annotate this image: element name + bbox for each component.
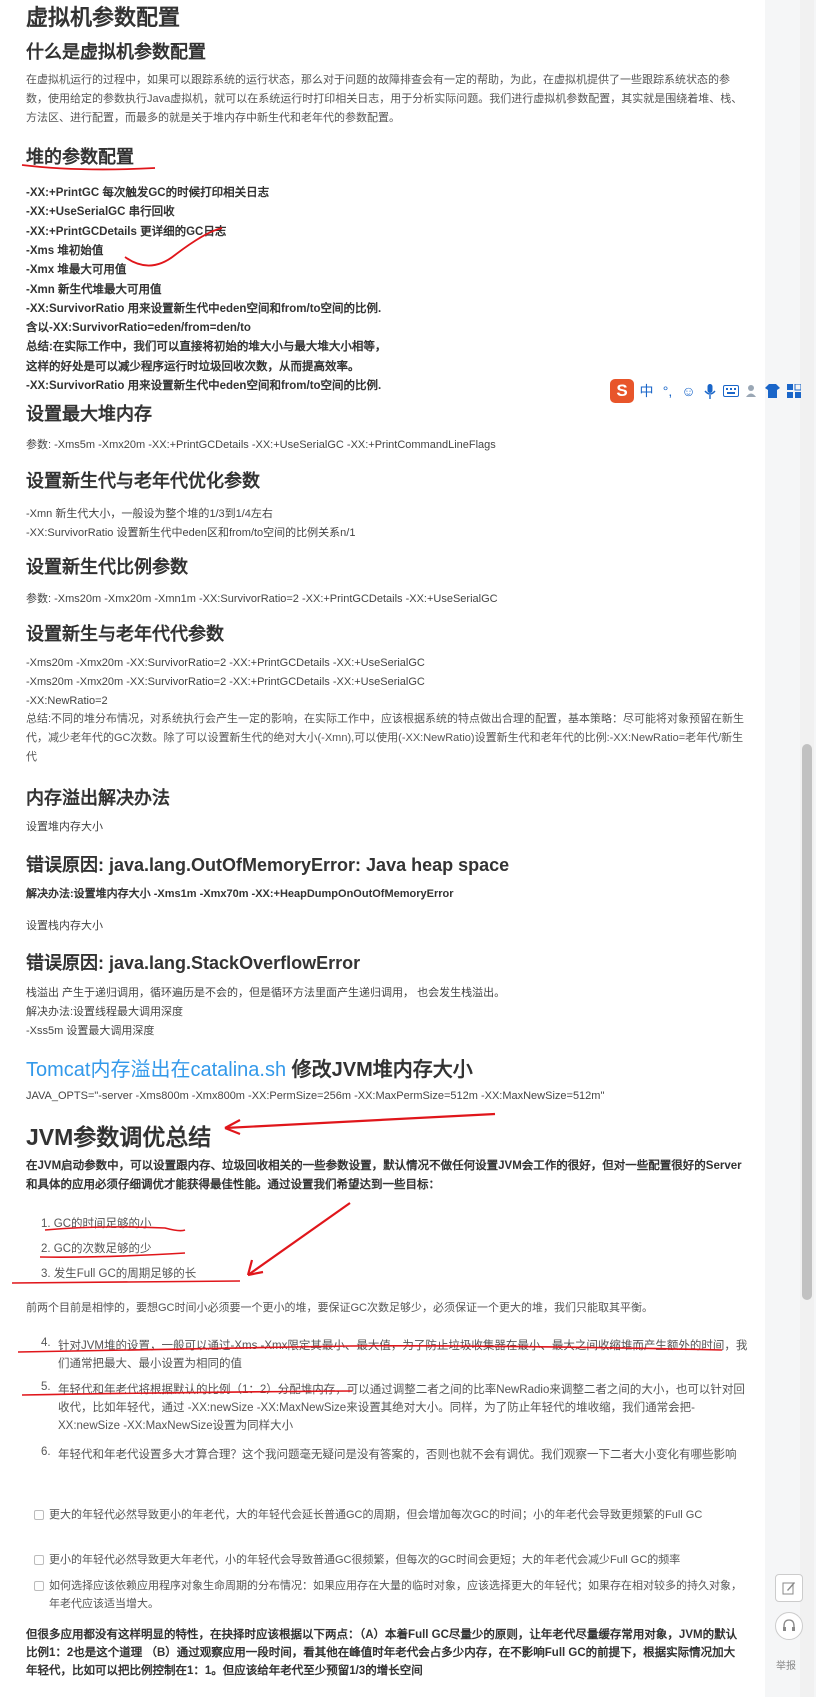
heap-param-line: -Xmx 堆最大可用值: [26, 264, 127, 277]
heap-param-line: -XX:+PrintGC 每次触发GC的时候打印相关日志: [26, 187, 270, 199]
tuning-bullet-text: 更大的年轻代必然导致更小的年老代，大的年轻代会延长普通GC的周期，但会增加每次G…: [49, 1509, 703, 1521]
tuning-item-number: 4.: [41, 1337, 51, 1349]
arrowhead-goal-3: [246, 1259, 264, 1277]
section-heading-what: 什么是虚拟机参数配置: [26, 42, 206, 62]
tuning-item-text: 针对JVM堆的设置，一般可以通过-Xms -Xmx限定其最小、最大值，为了防止垃…: [58, 1340, 748, 1370]
heap-param-line: -XX:SurvivorRatio 用来设置新生代中eden空间和from/to…: [26, 380, 382, 392]
arrowhead-tuning: [224, 1119, 241, 1136]
error-heading-heap-space: 错误原因: java.lang.OutOfMemoryError: Java h…: [26, 855, 510, 875]
ime-toolbar: S 中 °, ☺: [610, 378, 816, 404]
tuning-item-text: 年轻代和年老代设置多大才算合理？这个我问题毫无疑问是没有答案的，否则也就不会有调…: [58, 1449, 737, 1461]
section-heading-young-old: 设置新生代与老年代优化参数: [26, 471, 260, 491]
bullet-box-icon: [34, 1510, 44, 1520]
goal-item: 2. GC的次数足够的少: [41, 1243, 152, 1255]
mic-icon[interactable]: [701, 383, 718, 400]
keyboard-icon[interactable]: [722, 383, 739, 400]
grid-icon[interactable]: [785, 383, 802, 400]
section-heading-oom: 内存溢出解决办法: [26, 788, 170, 808]
tuning-intro: 在JVM启动参数中，可以设置跟内存、垃圾回收相关的一些参数设置，默认情况不做任何…: [26, 1160, 742, 1191]
edit-icon[interactable]: [775, 1574, 803, 1602]
underline-goal-3: [11, 1280, 241, 1284]
tuning-item-number: 5.: [41, 1381, 51, 1393]
young-old-line: -XX:SurvivorRatio 设置新生代中eden区和from/to空间的…: [26, 527, 356, 539]
heap-param-line: -XX:+UseSerialGC 串行回收: [26, 206, 175, 219]
headset-icon[interactable]: [775, 1612, 803, 1640]
tradeoff-paragraph: 前两个目前是相悖的，要想GC时间小必须要一个更小的堆，要保证GC次数足够少，必须…: [26, 1302, 653, 1314]
punctuation-icon[interactable]: °,: [659, 383, 676, 400]
section-heading-tuning: JVM参数调优总结: [26, 1124, 212, 1150]
stack-fix-line: -Xss5m 设置最大调用深度: [26, 1025, 155, 1037]
heap-param-line: 总结:在实际工作中，我们可以直接将初始的堆大小与最大堆大小相等，: [26, 341, 387, 354]
tomcat-heading-rest: 修改JVM堆内存大小: [286, 1059, 473, 1081]
heap-param-line: -XX:+PrintGCDetails 更详细的GC日志: [26, 225, 227, 238]
max-heap-params: 参数: -Xms5m -Xmx20m -XX:+PrintGCDetails -…: [26, 439, 496, 451]
tuning-bullet-text: 更小的年轻代必然导致更大年老代，小的年轻代会导致普通GC很频繁，但每次的GC时间…: [49, 1554, 681, 1566]
user-icon[interactable]: [743, 383, 760, 400]
section-heading-new-old: 设置新生与老年代代参数: [26, 624, 224, 644]
new-old-line: -Xms20m -Xmx20m -XX:SurvivorRatio=2 -XX:…: [26, 676, 425, 688]
goal-item: 3. 发生Full GC的周期足够的长: [41, 1268, 197, 1280]
heap-param-line: 含以-XX:SurvivorRatio=eden/from=den/to: [26, 322, 251, 335]
stack-fix-line: 解决办法:设置线程最大调用深度: [26, 1006, 184, 1018]
language-toggle-icon[interactable]: 中: [638, 383, 655, 400]
tuning-item-number: 6.: [41, 1446, 51, 1458]
section-heading-heap: 堆的参数配置: [26, 147, 134, 167]
page: 虚拟机参数配置 什么是虚拟机参数配置 在虚拟机运行的过程中，如果可以跟踪系统的运…: [0, 0, 816, 1697]
bullet-box-icon: [34, 1581, 44, 1591]
goal-item: 1. GC的时间足够的小: [41, 1218, 152, 1230]
tomcat-java-opts: JAVA_OPTS="-server -Xms800m -Xmx800m -XX…: [26, 1090, 605, 1102]
article-title: 虚拟机参数配置: [26, 5, 181, 30]
shirt-icon[interactable]: [764, 383, 781, 400]
emoji-icon[interactable]: ☺: [680, 383, 697, 400]
new-old-summary: 总结:不同的堆分布情况，对系统执行会产生一定的影响，在实际工作中，应该根据系统的…: [26, 713, 745, 763]
heap-param-line: 这样的好处是可以减少程序运行时垃圾回收次数，从而提高效率。: [26, 360, 360, 373]
bullet-box-icon: [34, 1555, 44, 1565]
section-heading-max-heap: 设置最大堆内存: [26, 404, 152, 424]
section-heading-young-ratio: 设置新生代比例参数: [26, 557, 188, 577]
oom-subheading-stack: 设置栈内存大小: [26, 920, 103, 932]
oom-subheading-heap: 设置堆内存大小: [26, 821, 103, 833]
heap-fix-line: 解决办法:设置堆内存大小 -Xms1m -Xmx70m -XX:+HeapDum…: [26, 888, 454, 900]
sogou-logo-icon[interactable]: S: [610, 379, 634, 403]
tuning-item-text: 年轻代和年老代将根据默认的比例（1：2）分配堆内存，可以通过调整二者之间的比率N…: [58, 1384, 745, 1432]
red-annotation-overlay: [11, 164, 723, 1396]
scrollbar-thumb[interactable]: [802, 744, 812, 1300]
section-heading-tomcat: Tomcat内存溢出在catalina.sh 修改JVM堆内存大小: [26, 1053, 473, 1082]
final-paragraph: 但很多应用都没有这样明显的特性，在抉择时应该根据以下两点：（A）本着Full G…: [26, 1629, 738, 1677]
new-old-line: -XX:NewRatio=2: [26, 695, 108, 707]
new-old-line: -Xms20m -Xmx20m -XX:SurvivorRatio=2 -XX:…: [26, 657, 425, 669]
arrow-to-goal-3: [247, 1202, 351, 1276]
young-ratio-params: 参数: -Xms20m -Xmx20m -Xmn1m -XX:SurvivorR…: [26, 593, 498, 605]
young-old-line: -Xmn 新生代大小，一般设为整个堆的1/3到1/4左右: [26, 508, 273, 520]
error-heading-stackoverflow: 错误原因: java.lang.StackOverflowError: [26, 953, 361, 973]
stack-fix-line: 栈溢出 产生于递归调用，循环遍历是不会的，但是循环方法里面产生递归调用， 也会发…: [26, 987, 506, 999]
tuning-bullet-text: 如何选择应该依赖应用程序对象生命周期的分布情况：如果应用存在大量的临时对象，应该…: [49, 1580, 742, 1610]
heap-param-line: -XX:SurvivorRatio 用来设置新生代中eden空间和from/to…: [26, 302, 382, 315]
heap-param-line: -Xms 堆初始值: [26, 244, 104, 257]
report-label[interactable]: 举报: [776, 1657, 796, 1672]
heap-param-line: -Xmn 新生代堆最大可用值: [26, 283, 162, 296]
tomcat-link[interactable]: Tomcat内存溢出在catalina.sh: [26, 1059, 286, 1081]
intro-paragraph: 在虚拟机运行的过程中，如果可以跟踪系统的运行状态，那么对于问题的故障排查会有一定…: [26, 74, 743, 124]
arrow-to-tuning-heading: [224, 1112, 496, 1130]
